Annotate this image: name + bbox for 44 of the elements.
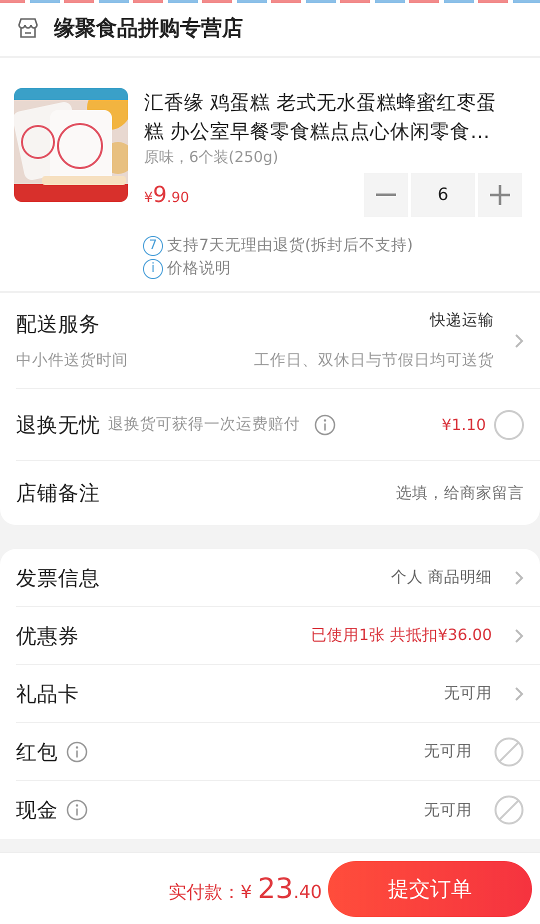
badge-icon: 7 [143,236,163,256]
minus-icon [376,193,396,197]
row-label: 退换无忧 [16,412,100,438]
row-value: 个人 商品明细 [391,567,492,588]
row-label: 优惠券 [16,622,79,650]
chevron-icon [514,570,524,586]
total-amount: 实付款：¥ 23.40 [168,872,322,905]
row-label: 配送服务 [16,311,100,338]
product-variant: 原味，6个装(250g) [144,148,280,167]
row-subvalue: 工作日、双休日与节假日均可送货 [254,350,494,371]
chevron-icon [514,332,524,348]
row-price: ¥1.10 [442,416,486,434]
row-label: 现金 [16,797,58,824]
info-icon[interactable] [314,414,336,436]
decrease-button[interactable] [364,173,408,217]
product-price: ¥9.90 [144,182,190,208]
plus-icon [490,185,510,205]
row-value: 已使用1张 共抵扣¥36.00 [310,625,492,646]
badge-icon: i [143,258,163,278]
increase-button[interactable] [478,173,522,217]
note-text: 支持7天无理由退货(拆封后不支持) [167,235,413,256]
quantity-field[interactable]: 6 [411,173,475,217]
note-text[interactable]: 价格说明 [167,258,231,279]
store-name[interactable]: 缘聚食品拼购专营店 [54,14,243,42]
unavailable-icon [494,736,524,766]
info-icon[interactable] [66,740,88,762]
product-title[interactable]: 汇香缘 鸡蛋糕 老式无水蛋糕蜂蜜红枣蛋糕 办公室早餐零食糕点点心休闲零食… [144,88,506,146]
row-label: 发票信息 [16,564,100,592]
radio-button[interactable] [494,410,524,440]
info-icon[interactable] [66,799,88,821]
row-sublabel: 中小件送货时间 [16,350,128,371]
row-value: 快递运输 [430,310,494,331]
unavailable-icon [494,795,524,825]
row-value: 无可用 [424,800,472,820]
row-label: 红包 [16,738,58,766]
row-value: 无可用 [424,741,472,762]
chevron-icon [514,686,524,702]
store-icon [16,16,40,40]
submit-order-button[interactable]: 提交订单 [328,860,532,916]
row-value: 无可用 [444,683,492,704]
row-label: 店铺备注 [16,480,100,507]
chevron-icon [514,628,524,644]
row-label: 礼品卡 [16,680,79,708]
row-description: 退换货可获得一次运费赔付 [108,414,300,435]
